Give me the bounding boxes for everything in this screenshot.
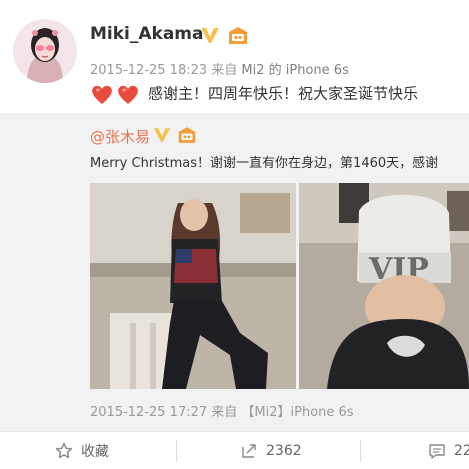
- star-icon: [55, 442, 73, 458]
- rank-badge-icon[interactable]: [226, 26, 250, 46]
- verified-v-icon: [201, 28, 219, 43]
- repost-photo-1[interactable]: [90, 183, 296, 389]
- username[interactable]: Miki_Akama: [90, 24, 204, 44]
- post-source[interactable]: Mi2 的 iPhone 6s: [241, 63, 348, 78]
- repost-photo-2[interactable]: VIP: [299, 183, 469, 389]
- action-separator: [176, 440, 177, 462]
- repost-button[interactable]: 2362: [240, 432, 302, 469]
- comment-button[interactable]: 22: [428, 432, 469, 469]
- comment-count: 22: [454, 442, 469, 459]
- action-separator: [360, 440, 361, 462]
- repost-count: 2362: [266, 442, 302, 459]
- rank-badge-icon[interactable]: [176, 126, 198, 145]
- repost-time[interactable]: 2015-12-25 17:27 来自: [90, 405, 237, 420]
- action-bar: 收藏 2362 22: [0, 432, 469, 469]
- post-content: 感谢主！四周年快乐！祝大家圣诞节快乐: [90, 82, 418, 106]
- repost-text: Merry Christmas！谢谢一直有你在身边，第1460天，感谢: [90, 156, 439, 171]
- weibo-post: Miki_Akama 2015-12-25 18:23 来自 Mi2 的 iPh…: [0, 0, 469, 469]
- repost-source[interactable]: 【Mi2】iPhone 6s: [241, 405, 353, 420]
- post-text: 感谢主！四周年快乐！祝大家圣诞节快乐: [148, 84, 419, 103]
- favorite-button[interactable]: 收藏: [55, 432, 109, 469]
- heart-emoji-icon: [92, 85, 138, 104]
- verified-v-icon: [153, 128, 171, 142]
- post-time[interactable]: 2015-12-25 18:23 来自: [90, 63, 237, 78]
- avatar[interactable]: [13, 19, 77, 83]
- post-meta: 2015-12-25 18:23 来自 Mi2 的 iPhone 6s: [90, 59, 349, 78]
- repost-username[interactable]: @张木易: [90, 126, 150, 147]
- comment-icon: [429, 443, 445, 459]
- favorite-label: 收藏: [81, 443, 109, 460]
- repost-icon: [242, 443, 256, 458]
- repost-meta: 2015-12-25 17:27 来自 【Mi2】iPhone 6s: [90, 401, 354, 420]
